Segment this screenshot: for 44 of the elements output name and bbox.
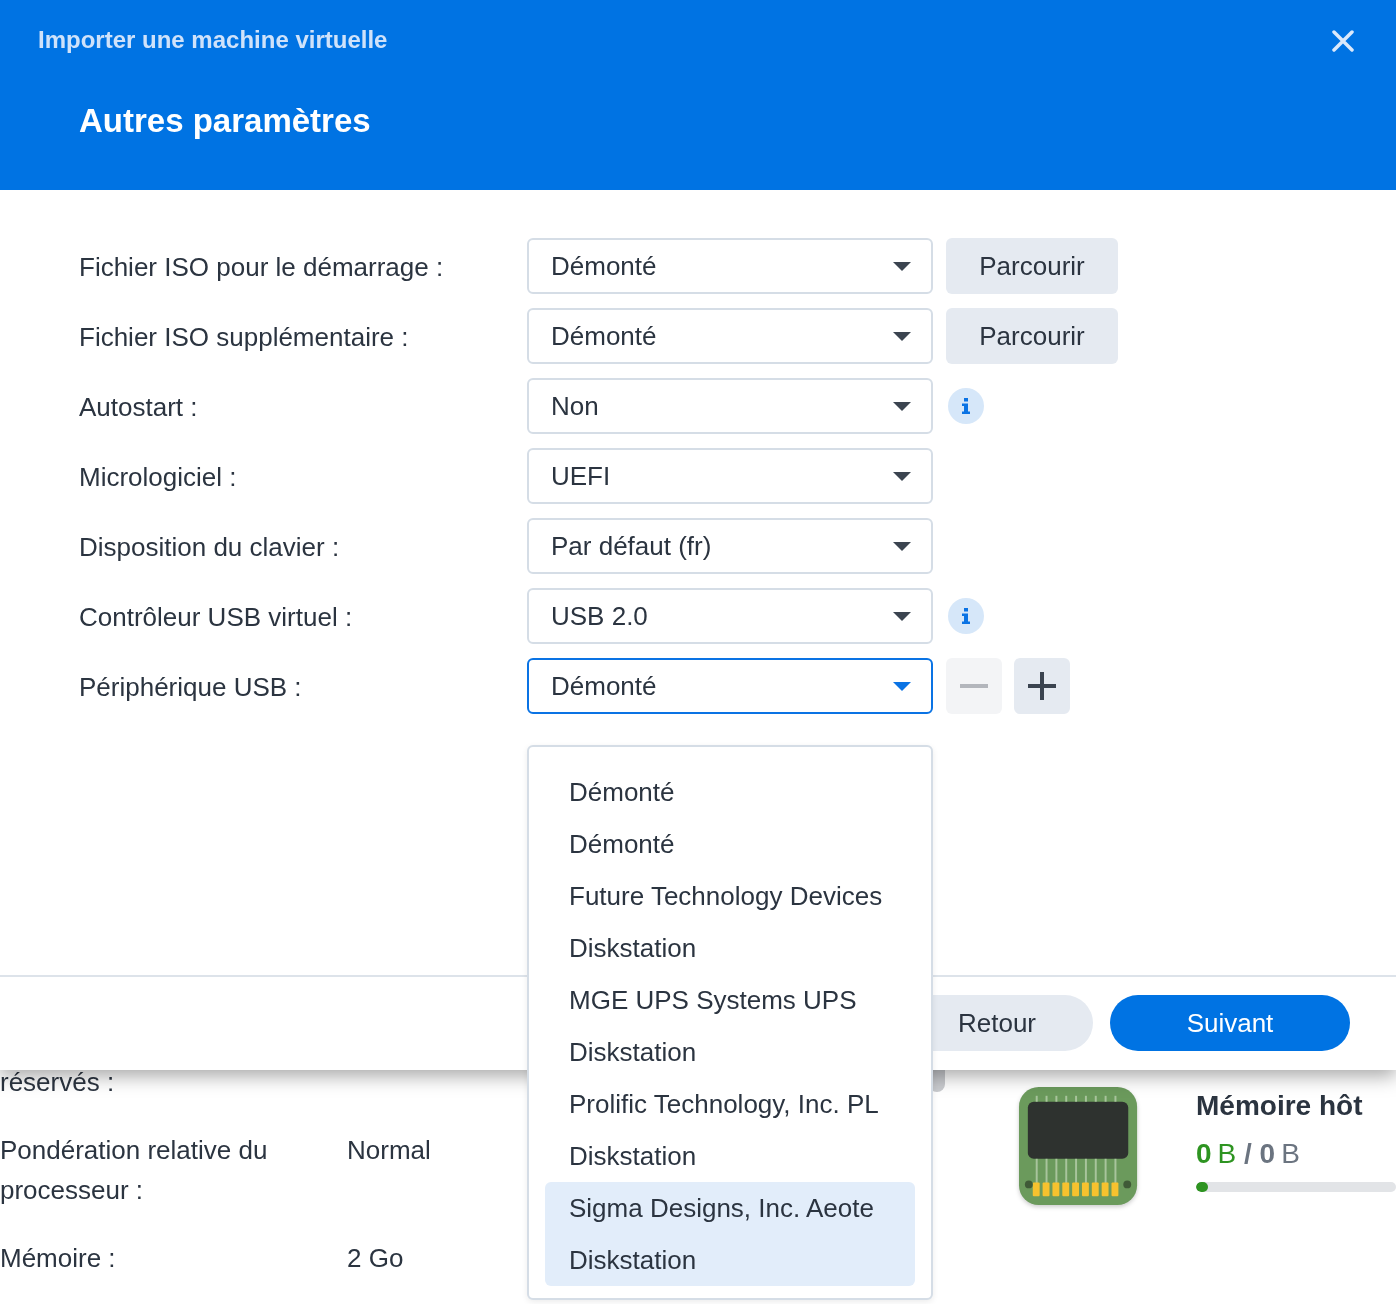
browse-button[interactable]: Parcourir	[946, 308, 1118, 364]
host-memory-title: Mémoire hôt	[1196, 1090, 1364, 1122]
field-label: Fichier ISO supplémentaire :	[79, 321, 410, 354]
caret-icon	[893, 331, 911, 341]
dropdown-field[interactable]: Démonté	[527, 658, 933, 714]
dropdown-field[interactable]: USB 2.0	[527, 588, 933, 644]
dropdown-option[interactable]: Sigma Designs, Inc. Aeote Diskstation	[545, 1182, 915, 1286]
close-icon[interactable]	[1332, 30, 1354, 52]
add-button[interactable]	[1014, 658, 1070, 714]
next-button[interactable]: Suivant	[1110, 995, 1350, 1051]
dialog-title: Importer une machine virtuelle	[38, 26, 388, 54]
caret-icon	[893, 681, 911, 691]
setting-label: réservés :	[0, 1066, 116, 1099]
minus-icon	[960, 684, 988, 688]
caret-icon	[893, 261, 911, 271]
dropdown-option[interactable]: Démonté Démonté	[545, 766, 915, 870]
setting-value: 2 Go	[347, 1242, 404, 1275]
caret-icon	[893, 611, 911, 621]
dropdown-field[interactable]: Par défaut (fr)	[527, 518, 933, 574]
info-icon[interactable]	[948, 598, 984, 634]
info-icon[interactable]	[948, 388, 984, 424]
field-label: Fichier ISO pour le démarrage :	[79, 251, 445, 284]
plus-icon	[1028, 672, 1056, 700]
field-label: Disposition du clavier :	[79, 531, 341, 564]
setting-label: Mémoire :	[0, 1242, 117, 1275]
page-heading: Autres paramètres	[79, 102, 372, 140]
caret-icon	[893, 401, 911, 411]
memory-chip-icon	[1017, 1085, 1138, 1207]
dropdown-option[interactable]: Future Technology Devices Diskstation	[545, 870, 915, 974]
dropdown-field[interactable]: Démonté	[527, 308, 933, 364]
dropdown-field[interactable]: UEFI	[527, 448, 933, 504]
setting-label: Pondération relative du processeur :	[0, 1134, 269, 1207]
browse-button[interactable]: Parcourir	[946, 238, 1118, 294]
caret-icon	[893, 541, 911, 551]
field-label: Micrologiciel :	[79, 461, 238, 494]
dropdown-field[interactable]: Non	[527, 378, 933, 434]
field-label: Contrôleur USB virtuel :	[79, 601, 354, 634]
caret-icon	[893, 471, 911, 481]
dropdown-field[interactable]: Démonté	[527, 238, 933, 294]
setting-value: Normal	[347, 1134, 431, 1167]
memory-usage: 0 B / 0 B	[1196, 1137, 1301, 1171]
field-label: Périphérique USB :	[79, 671, 303, 704]
dropdown-option[interactable]: Prolific Technology, Inc. PL Diskstation	[545, 1078, 915, 1182]
field-label: Autostart :	[79, 391, 199, 424]
